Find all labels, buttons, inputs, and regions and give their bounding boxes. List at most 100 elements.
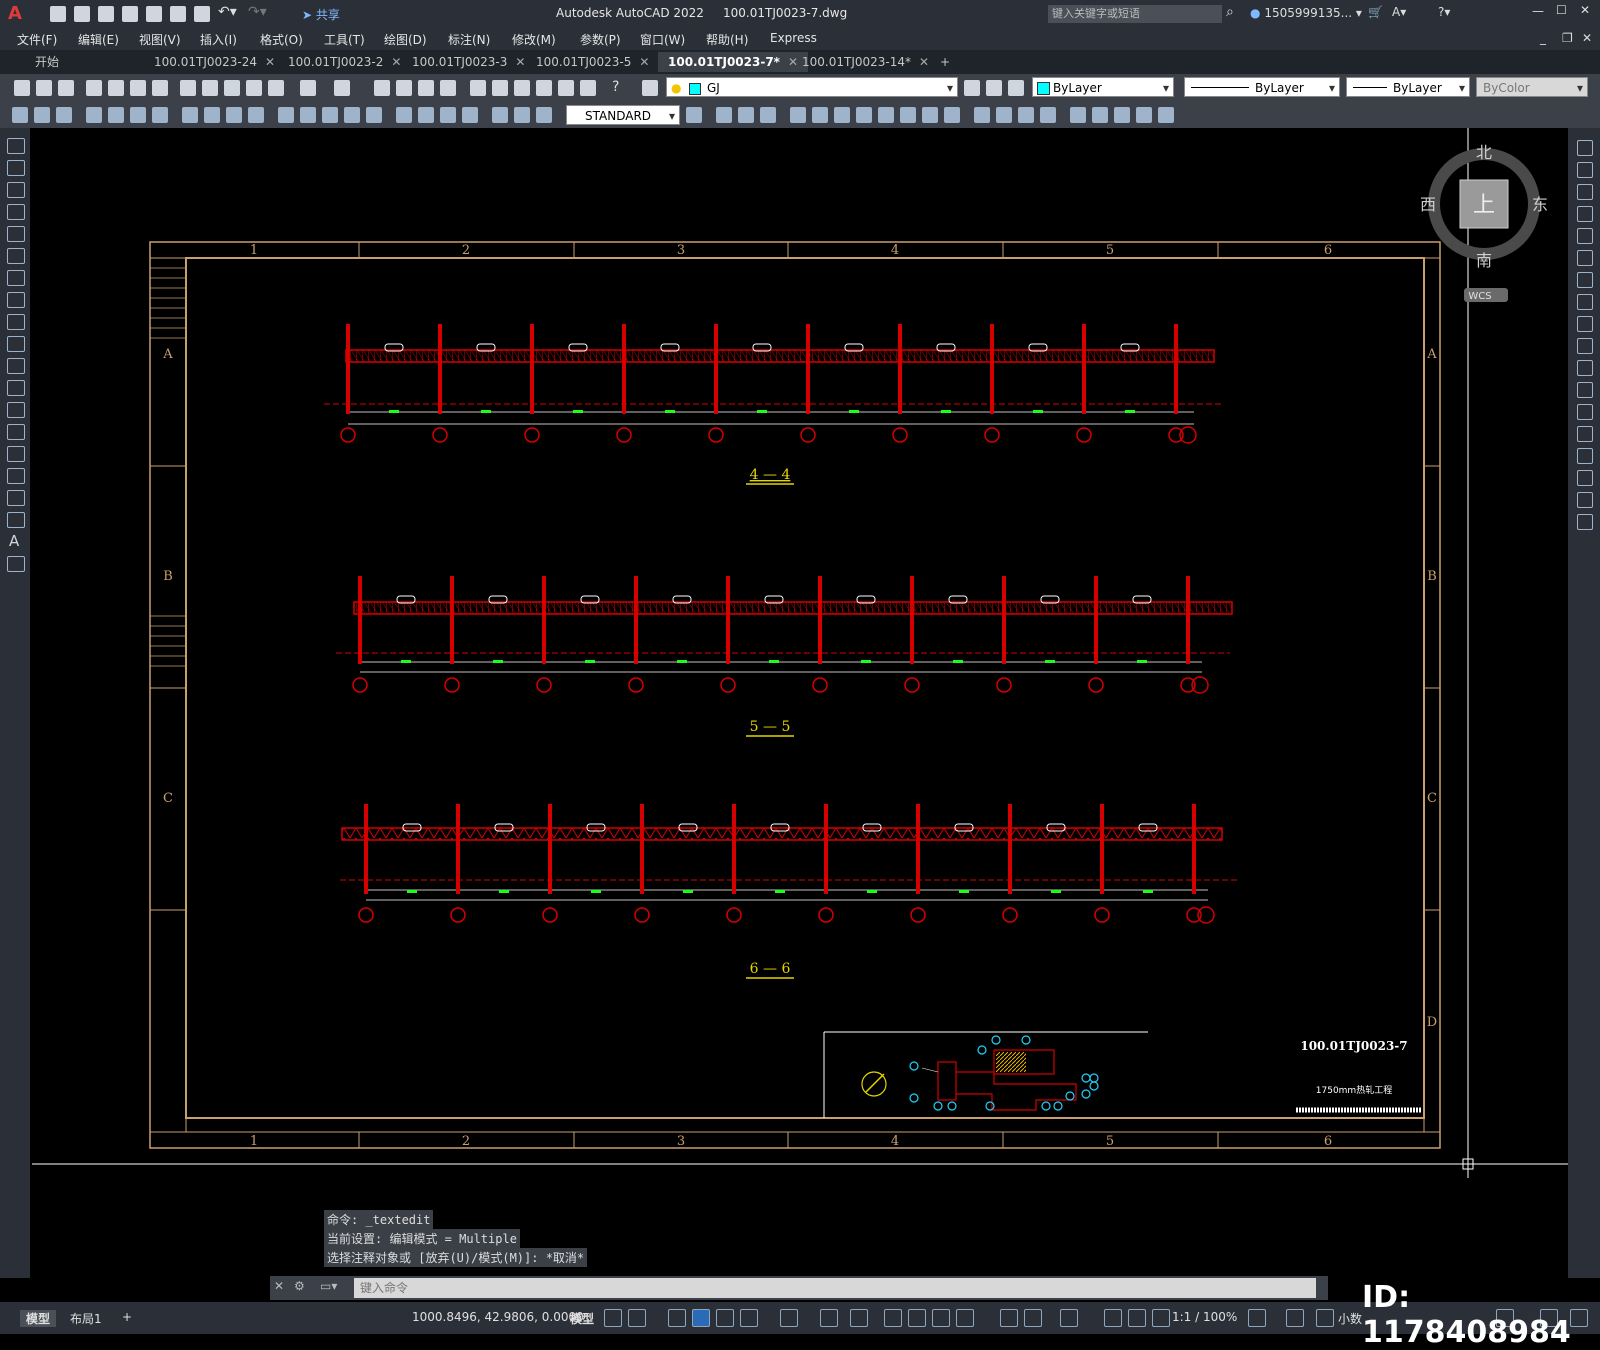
minimize-button[interactable]: — — [1532, 4, 1544, 18]
copy-object-icon[interactable] — [1577, 162, 1593, 178]
block-editor-icon[interactable] — [268, 80, 284, 96]
arc-icon[interactable] — [7, 248, 25, 264]
qnew-icon[interactable] — [14, 80, 30, 96]
radius-dim-icon[interactable] — [182, 107, 198, 123]
close-icon[interactable]: ✕ — [274, 1279, 284, 1293]
revcloud-icon[interactable] — [7, 292, 25, 308]
make-current-icon[interactable] — [964, 80, 980, 96]
account-menu-icon[interactable]: A▾ — [1392, 5, 1406, 19]
baseline-dim-icon[interactable] — [300, 107, 316, 123]
cylinder-icon[interactable] — [760, 107, 776, 123]
diameter-dim-icon[interactable] — [226, 107, 242, 123]
angular-dim-icon[interactable] — [248, 107, 264, 123]
annotation-visibility-icon[interactable] — [1104, 1309, 1122, 1327]
subtract-icon[interactable] — [922, 107, 938, 123]
trim-icon[interactable] — [1577, 338, 1593, 354]
copy-icon[interactable] — [202, 80, 218, 96]
intersect-icon[interactable] — [944, 107, 960, 123]
new-icon[interactable] — [50, 6, 66, 22]
loft-icon[interactable] — [878, 107, 894, 123]
dim-edit-icon[interactable] — [492, 107, 508, 123]
menu-format[interactable]: 格式(O) — [260, 31, 303, 48]
quick-dim-icon[interactable] — [278, 107, 294, 123]
tab-file-7-active[interactable]: 100.01TJ0023-7* ✕ — [658, 52, 809, 72]
tab-file-2[interactable]: 100.01TJ0023-2 ✕ — [278, 52, 411, 72]
menu-insert[interactable]: 插入(I) — [200, 31, 237, 48]
rotate-icon[interactable] — [1577, 272, 1593, 288]
layer-properties-icon[interactable] — [642, 80, 658, 96]
close-icon[interactable]: ✕ — [919, 55, 929, 69]
zoom-previous-icon[interactable] — [440, 80, 456, 96]
circle-icon[interactable] — [7, 270, 25, 286]
region-icon[interactable] — [7, 490, 25, 506]
dim-update-icon[interactable] — [56, 107, 72, 123]
cad-drawing[interactable]: 1 2 3 4 5 6 1 2 3 4 5 6 A B C A B C D 4 … — [32, 128, 1568, 1178]
reassociate-icon[interactable] — [536, 107, 552, 123]
redo-icon[interactable]: ↷▾ — [248, 4, 267, 20]
doc-close-button[interactable]: ✕ — [1582, 31, 1592, 45]
flatshot-icon[interactable] — [1158, 107, 1174, 123]
mtext-icon[interactable]: A — [9, 532, 19, 550]
quickcalc-icon[interactable] — [580, 80, 596, 96]
stretch-icon[interactable] — [1577, 316, 1593, 332]
3d-osnap-icon[interactable] — [956, 1309, 974, 1327]
properties-icon[interactable] — [470, 80, 486, 96]
union-icon[interactable] — [900, 107, 916, 123]
dim-break-icon[interactable] — [366, 107, 382, 123]
layer-previous-icon[interactable] — [986, 80, 1002, 96]
wcs-label[interactable]: WCS — [1468, 291, 1491, 302]
ellipse-icon[interactable] — [7, 336, 25, 352]
grid-icon[interactable] — [604, 1309, 622, 1327]
match-prop-icon[interactable] — [246, 80, 262, 96]
design-center-icon[interactable] — [492, 80, 508, 96]
3d-print-icon[interactable] — [152, 80, 168, 96]
help-icon[interactable]: ?▾ — [1438, 5, 1450, 19]
move-icon[interactable] — [1577, 250, 1593, 266]
dim-text-edit-icon[interactable] — [514, 107, 530, 123]
paste-icon[interactable] — [224, 80, 240, 96]
menu-parametric[interactable]: 参数(P) — [580, 31, 621, 48]
sheet-set-icon[interactable] — [536, 80, 552, 96]
osnap-tracking-icon[interactable] — [820, 1309, 838, 1327]
continue-dim-icon[interactable] — [322, 107, 338, 123]
close-icon[interactable]: ✕ — [391, 55, 401, 69]
help-icon[interactable]: ? — [612, 79, 619, 95]
inspection-icon[interactable] — [440, 107, 456, 123]
menu-modify[interactable]: 修改(M) — [512, 31, 556, 48]
plotstyle-dropdown[interactable]: ByColor ▾ — [1476, 77, 1588, 97]
color-dropdown[interactable]: ByLayer ▾ — [1032, 77, 1174, 97]
tab-start[interactable]: 开始 — [25, 52, 69, 72]
plot-icon[interactable] — [86, 80, 102, 96]
tab-file-24[interactable]: 100.01TJ0023-24 ✕ — [144, 52, 285, 72]
thicken-icon[interactable] — [1092, 107, 1108, 123]
array-icon[interactable] — [1577, 228, 1593, 244]
polyline-icon[interactable] — [7, 182, 25, 198]
plot-icon[interactable] — [194, 6, 210, 22]
dim-style-icon[interactable] — [34, 107, 50, 123]
workspace-gear-icon[interactable] — [1248, 1309, 1266, 1327]
viewcube[interactable]: 上 北 南 东 西 WCS — [1420, 143, 1548, 302]
plot-preview-icon[interactable] — [108, 80, 124, 96]
close-icon[interactable]: ✕ — [515, 55, 525, 69]
extend-icon[interactable] — [1577, 360, 1593, 376]
slice-icon[interactable] — [1070, 107, 1086, 123]
viewcube-top-label[interactable]: 上 — [1473, 193, 1495, 218]
chamfer-icon[interactable] — [1577, 448, 1593, 464]
new-tab-button[interactable]: + — [930, 52, 960, 72]
menu-view[interactable]: 视图(V) — [139, 31, 181, 48]
sphere-icon[interactable] — [738, 107, 754, 123]
layer-dropdown[interactable]: ● GJ ▾ — [666, 77, 958, 97]
dim-style-manager-icon[interactable] — [686, 107, 702, 123]
tolerance-icon[interactable] — [396, 107, 412, 123]
osnap-icon[interactable] — [850, 1309, 868, 1327]
doc-restore-button[interactable]: ❐ — [1562, 31, 1573, 45]
extrude-icon[interactable] — [790, 107, 806, 123]
open-web-icon[interactable] — [146, 6, 162, 22]
menu-help[interactable]: 帮助(H) — [706, 31, 748, 48]
ellipse-arc-icon[interactable] — [7, 358, 25, 374]
center-mark-icon[interactable] — [418, 107, 434, 123]
redo-icon[interactable] — [334, 80, 350, 96]
share-button[interactable]: ➤ 共享 — [302, 6, 340, 23]
point-icon[interactable] — [7, 424, 25, 440]
undo-icon[interactable] — [300, 80, 316, 96]
